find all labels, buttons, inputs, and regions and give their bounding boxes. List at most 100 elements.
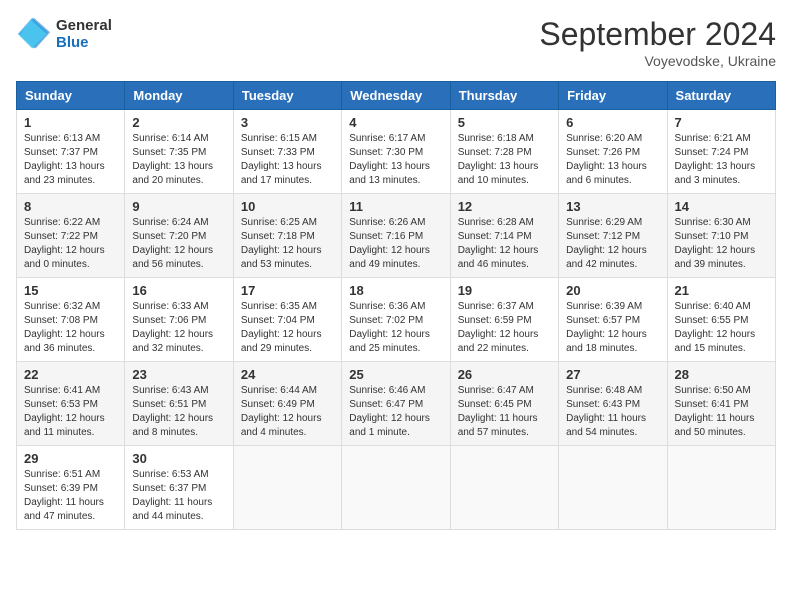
- month-title: September 2024: [539, 16, 776, 53]
- day-number: 22: [24, 367, 117, 382]
- calendar-cell: 23Sunrise: 6:43 AMSunset: 6:51 PMDayligh…: [125, 362, 233, 446]
- day-number: 27: [566, 367, 659, 382]
- calendar-table: SundayMondayTuesdayWednesdayThursdayFrid…: [16, 81, 776, 530]
- calendar-cell: 17 Sunrise: 6:35 AMSunset: 7:04 PMDayligh…: [233, 278, 341, 362]
- calendar-week-row: 1Sunrise: 6:13 AMSunset: 7:37 PMDaylight…: [17, 110, 776, 194]
- calendar-week-row: 8 Sunrise: 6:22 AMSunset: 7:22 PMDaylight…: [17, 194, 776, 278]
- page-header: General Blue September 2024 Voyevodske, …: [16, 16, 776, 69]
- calendar-cell: 1Sunrise: 6:13 AMSunset: 7:37 PMDaylight…: [17, 110, 125, 194]
- day-info: Sunrise: 6:25 AMSunset: 7:18 PMDaylight:…: [241, 216, 334, 272]
- day-info: Sunrise: 6:37 AMSunset: 6:59 PMDaylight:…: [458, 300, 551, 356]
- day-number: 17: [241, 283, 334, 298]
- calendar-cell: [342, 446, 450, 530]
- day-number: 13: [566, 199, 659, 214]
- calendar-cell: 20Sunrise: 6:39 AMSunset: 6:57 PMDayligh…: [559, 278, 667, 362]
- calendar-cell: 26 Sunrise: 6:47 AMSunset: 6:45 PMDayligh…: [450, 362, 558, 446]
- calendar-cell: 3Sunrise: 6:15 AMSunset: 7:33 PMDaylight…: [233, 110, 341, 194]
- day-info: Sunrise: 6:20 AMSunset: 7:26 PMDaylight:…: [566, 132, 659, 188]
- day-info: Sunrise: 6:47 AMSunset: 6:45 PMDaylight:…: [458, 384, 551, 440]
- day-number: 18: [349, 283, 442, 298]
- day-info: Sunrise: 6:51 AMSunset: 6:39 PMDaylight:…: [24, 468, 117, 524]
- day-info: Sunrise: 6:41 AMSunset: 6:53 PMDaylight:…: [24, 384, 117, 440]
- day-info: Sunrise: 6:35 AMSunset: 7:04 PMDaylight:…: [241, 300, 334, 356]
- calendar-cell: 28Sunrise: 6:50 AMSunset: 6:41 PMDayligh…: [667, 362, 775, 446]
- day-number: 15: [24, 283, 117, 298]
- calendar-cell: 24Sunrise: 6:44 AMSunset: 6:49 PMDayligh…: [233, 362, 341, 446]
- day-number: 2: [132, 115, 225, 130]
- day-info: Sunrise: 6:22 AMSunset: 7:22 PMDaylight:…: [24, 216, 117, 272]
- day-number: 4: [349, 115, 442, 130]
- calendar-cell: 9 Sunrise: 6:24 AMSunset: 7:20 PMDaylight…: [125, 194, 233, 278]
- day-info: Sunrise: 6:53 AMSunset: 6:37 PMDaylight:…: [132, 468, 225, 524]
- col-header-friday: Friday: [559, 82, 667, 110]
- calendar-cell: 7 Sunrise: 6:21 AMSunset: 7:24 PMDaylight…: [667, 110, 775, 194]
- col-header-wednesday: Wednesday: [342, 82, 450, 110]
- day-info: Sunrise: 6:30 AMSunset: 7:10 PMDaylight:…: [675, 216, 768, 272]
- calendar-cell: 8 Sunrise: 6:22 AMSunset: 7:22 PMDaylight…: [17, 194, 125, 278]
- day-info: Sunrise: 6:33 AMSunset: 7:06 PMDaylight:…: [132, 300, 225, 356]
- calendar-cell: 2 Sunrise: 6:14 AMSunset: 7:35 PMDaylight…: [125, 110, 233, 194]
- calendar-header-row: SundayMondayTuesdayWednesdayThursdayFrid…: [17, 82, 776, 110]
- day-number: 16: [132, 283, 225, 298]
- col-header-monday: Monday: [125, 82, 233, 110]
- day-info: Sunrise: 6:15 AMSunset: 7:33 PMDaylight:…: [241, 132, 334, 188]
- day-info: Sunrise: 6:46 AMSunset: 6:47 PMDaylight:…: [349, 384, 442, 440]
- day-info: Sunrise: 6:36 AMSunset: 7:02 PMDaylight:…: [349, 300, 442, 356]
- day-info: Sunrise: 6:26 AMSunset: 7:16 PMDaylight:…: [349, 216, 442, 272]
- day-number: 30: [132, 451, 225, 466]
- day-info: Sunrise: 6:32 AMSunset: 7:08 PMDaylight:…: [24, 300, 117, 356]
- calendar-cell: 15 Sunrise: 6:32 AMSunset: 7:08 PMDayligh…: [17, 278, 125, 362]
- calendar-cell: [450, 446, 558, 530]
- calendar-cell: 29 Sunrise: 6:51 AMSunset: 6:39 PMDayligh…: [17, 446, 125, 530]
- logo-text: General Blue: [56, 17, 112, 51]
- calendar-cell: 30 Sunrise: 6:53 AMSunset: 6:37 PMDayligh…: [125, 446, 233, 530]
- col-header-saturday: Saturday: [667, 82, 775, 110]
- day-info: Sunrise: 6:17 AMSunset: 7:30 PMDaylight:…: [349, 132, 442, 188]
- day-number: 5: [458, 115, 551, 130]
- calendar-cell: 4 Sunrise: 6:17 AMSunset: 7:30 PMDaylight…: [342, 110, 450, 194]
- calendar-week-row: 22 Sunrise: 6:41 AMSunset: 6:53 PMDayligh…: [17, 362, 776, 446]
- day-number: 23: [132, 367, 225, 382]
- day-number: 8: [24, 199, 117, 214]
- day-info: Sunrise: 6:48 AMSunset: 6:43 PMDaylight:…: [566, 384, 659, 440]
- day-info: Sunrise: 6:21 AMSunset: 7:24 PMDaylight:…: [675, 132, 768, 188]
- day-number: 12: [458, 199, 551, 214]
- day-number: 10: [241, 199, 334, 214]
- calendar-cell: 21Sunrise: 6:40 AMSunset: 6:55 PMDayligh…: [667, 278, 775, 362]
- col-header-tuesday: Tuesday: [233, 82, 341, 110]
- calendar-cell: 12Sunrise: 6:28 AMSunset: 7:14 PMDayligh…: [450, 194, 558, 278]
- day-number: 14: [675, 199, 768, 214]
- calendar-cell: 6Sunrise: 6:20 AMSunset: 7:26 PMDaylight…: [559, 110, 667, 194]
- calendar-cell: 18 Sunrise: 6:36 AMSunset: 7:02 PMDayligh…: [342, 278, 450, 362]
- day-info: Sunrise: 6:14 AMSunset: 7:35 PMDaylight:…: [132, 132, 225, 188]
- calendar-cell: 22 Sunrise: 6:41 AMSunset: 6:53 PMDayligh…: [17, 362, 125, 446]
- col-header-sunday: Sunday: [17, 82, 125, 110]
- title-block: September 2024 Voyevodske, Ukraine: [539, 16, 776, 69]
- day-number: 19: [458, 283, 551, 298]
- col-header-thursday: Thursday: [450, 82, 558, 110]
- day-info: Sunrise: 6:24 AMSunset: 7:20 PMDaylight:…: [132, 216, 225, 272]
- day-number: 9: [132, 199, 225, 214]
- day-number: 7: [675, 115, 768, 130]
- calendar-cell: 27 Sunrise: 6:48 AMSunset: 6:43 PMDayligh…: [559, 362, 667, 446]
- calendar-cell: [559, 446, 667, 530]
- day-info: Sunrise: 6:29 AMSunset: 7:12 PMDaylight:…: [566, 216, 659, 272]
- calendar-cell: 25 Sunrise: 6:46 AMSunset: 6:47 PMDayligh…: [342, 362, 450, 446]
- day-number: 26: [458, 367, 551, 382]
- day-number: 25: [349, 367, 442, 382]
- calendar-week-row: 15 Sunrise: 6:32 AMSunset: 7:08 PMDayligh…: [17, 278, 776, 362]
- calendar-cell: [233, 446, 341, 530]
- calendar-cell: 10 Sunrise: 6:25 AMSunset: 7:18 PMDayligh…: [233, 194, 341, 278]
- calendar-cell: 14 Sunrise: 6:30 AMSunset: 7:10 PMDayligh…: [667, 194, 775, 278]
- calendar-cell: 11Sunrise: 6:26 AMSunset: 7:16 PMDayligh…: [342, 194, 450, 278]
- calendar-cell: 16 Sunrise: 6:33 AMSunset: 7:06 PMDayligh…: [125, 278, 233, 362]
- logo: General Blue: [16, 16, 112, 52]
- calendar-cell: 13 Sunrise: 6:29 AMSunset: 7:12 PMDayligh…: [559, 194, 667, 278]
- day-number: 21: [675, 283, 768, 298]
- day-number: 28: [675, 367, 768, 382]
- calendar-week-row: 29 Sunrise: 6:51 AMSunset: 6:39 PMDayligh…: [17, 446, 776, 530]
- calendar-cell: 5Sunrise: 6:18 AMSunset: 7:28 PMDaylight…: [450, 110, 558, 194]
- location: Voyevodske, Ukraine: [539, 53, 776, 69]
- day-number: 1: [24, 115, 117, 130]
- day-number: 29: [24, 451, 117, 466]
